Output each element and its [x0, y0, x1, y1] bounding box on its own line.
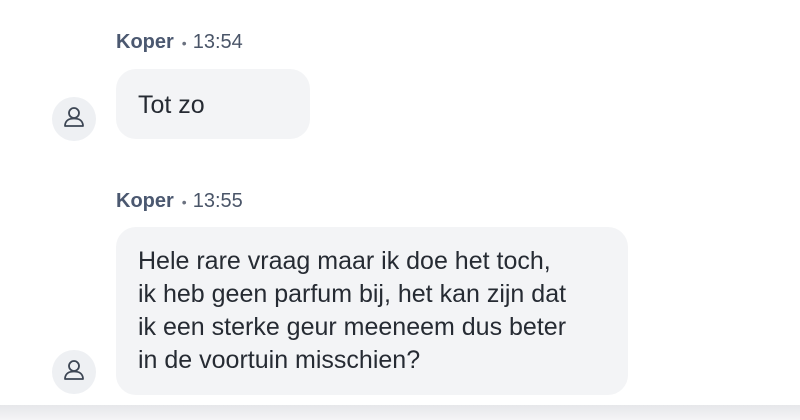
meta-separator: •	[181, 34, 187, 51]
message-bubble[interactable]: Hele rare vraag maar ik doe het toch, ik…	[116, 227, 628, 395]
sender-name: Koper	[116, 31, 174, 53]
message-text-line: ik een sterke geur meeneem dus beter	[138, 313, 567, 341]
meta-separator: •	[181, 193, 187, 210]
user-icon	[62, 358, 86, 387]
sender-name: Koper	[116, 190, 174, 212]
avatar[interactable]	[52, 97, 96, 141]
message-text-line: Hele rare vraag maar ik doe het toch,	[138, 247, 551, 275]
message-bubble[interactable]: Tot zo	[116, 69, 310, 139]
user-icon	[62, 105, 86, 134]
message-meta: Koper • 13:55	[116, 190, 243, 213]
avatar[interactable]	[52, 350, 96, 394]
message-timestamp: 13:55	[192, 190, 243, 212]
message-text-line: in de voortuin misschien?	[138, 346, 421, 374]
message-text-line: ik heb geen parfum bij, het kan zijn dat	[138, 280, 567, 308]
composer-divider	[0, 405, 800, 420]
message-text: Tot zo	[138, 91, 205, 119]
message-meta: Koper • 13:54	[116, 31, 243, 54]
message-timestamp: 13:54	[192, 31, 243, 53]
